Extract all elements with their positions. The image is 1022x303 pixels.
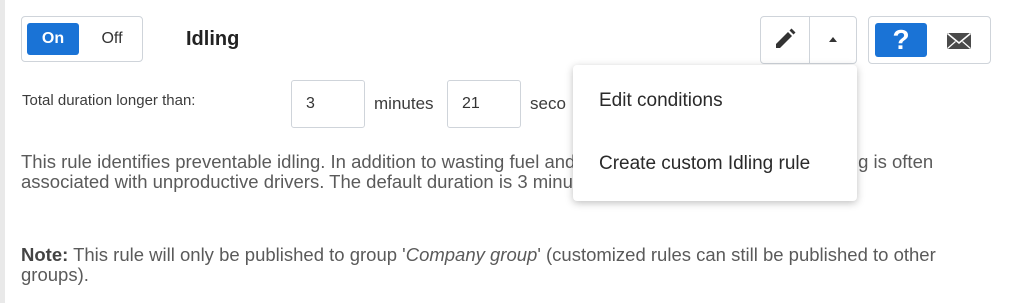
envelope-icon (946, 32, 972, 49)
duration-label: Total duration longer than: (22, 92, 196, 109)
pencil-icon (776, 28, 796, 48)
help-button-group: ? (868, 16, 991, 64)
rule-title: Idling (186, 28, 240, 50)
menu-item-edit-conditions[interactable]: Edit conditions (599, 90, 723, 112)
seconds-input[interactable] (447, 80, 521, 128)
edit-button-group (760, 16, 857, 64)
toggle-on-button[interactable]: On (27, 23, 79, 55)
help-button[interactable]: ? (875, 23, 927, 57)
minutes-input[interactable] (291, 80, 365, 128)
edit-rule-button[interactable] (761, 17, 809, 63)
help-label: ? (892, 24, 910, 55)
menu-item-create-custom-rule[interactable]: Create custom Idling rule (599, 153, 810, 175)
rule-actions-dropdown: Edit conditions Create custom Idling rul… (573, 65, 857, 201)
toggle-off-button[interactable]: Off (90, 23, 134, 55)
email-button[interactable] (933, 23, 985, 57)
left-rail (0, 0, 5, 303)
minutes-unit-label: minutes (374, 94, 434, 113)
note-group-name: Company group (405, 244, 538, 265)
caret-up-icon (829, 37, 837, 42)
seconds-unit-label: seco (530, 94, 566, 113)
note-label: Note: (21, 244, 69, 265)
dropdown-toggle-button[interactable] (810, 17, 856, 63)
note-text-before: This rule will only be published to grou… (68, 244, 406, 265)
publish-note: Note: This rule will only be published t… (21, 245, 996, 285)
on-off-toggle[interactable]: On Off (21, 16, 143, 62)
